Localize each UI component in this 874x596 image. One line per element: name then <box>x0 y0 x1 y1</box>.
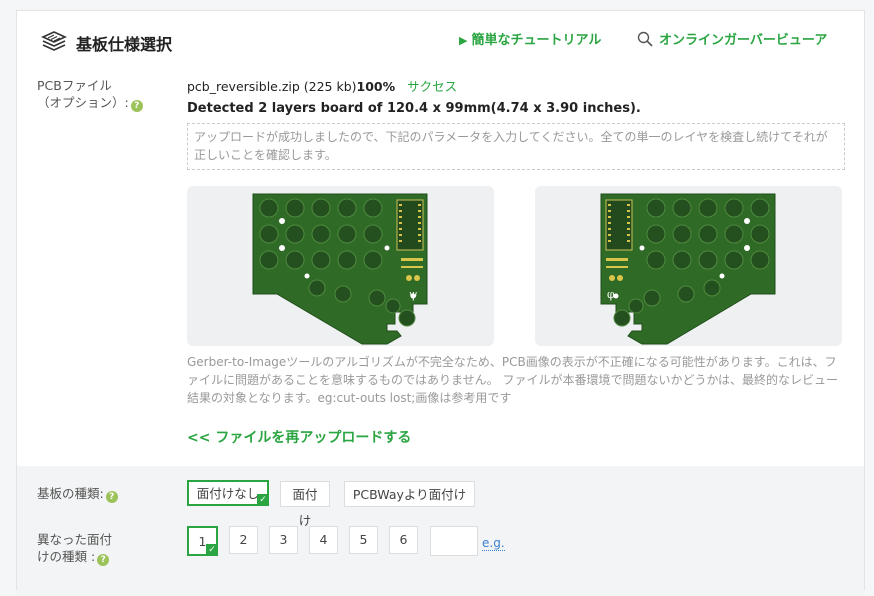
designs-option-3[interactable]: 3 <box>269 526 298 554</box>
pcb-top-image: ψ <box>252 193 428 345</box>
designs-option-4[interactable]: 4 <box>309 526 338 554</box>
tutorial-label: 簡単なチュートリアル <box>471 33 602 48</box>
viewer-label: オンラインガーバービューア <box>659 33 828 48</box>
svg-text:ψ: ψ <box>409 288 418 301</box>
play-icon: ▶ <box>459 34 468 47</box>
search-icon <box>637 31 653 47</box>
board-type-option-pcbway-panel[interactable]: PCBWayより面付け <box>344 481 475 507</box>
designs-label-line2: けの種類 : <box>37 549 96 564</box>
board-type-option-single[interactable]: 面付けなし <box>187 480 269 506</box>
designs-custom-input[interactable] <box>430 526 478 556</box>
reupload-link[interactable]: << ファイルを再アップロードする <box>187 427 411 447</box>
upload-percent: 100% <box>356 79 396 94</box>
svg-text:φ: φ <box>607 288 615 301</box>
gerber-viewer-link[interactable]: オンラインガーバービューア <box>637 29 827 48</box>
layers-icon <box>41 31 67 51</box>
detected-info: Detected 2 layers board of 120.4 x 99mm(… <box>187 101 641 116</box>
pcb-spec-panel: 基板仕様選択 ▶ 簡単なチュートリアル オンラインガーバービューア PCBファイル… <box>16 10 865 596</box>
pcb-file-label: PCBファイル （オプション）:? <box>37 77 143 112</box>
board-type-option-panel[interactable]: 面付け <box>280 481 330 528</box>
board-type-label-text: 基板の種類: <box>37 486 104 501</box>
upload-status: サクセス <box>407 79 458 94</box>
help-icon[interactable]: ? <box>105 491 118 503</box>
board-type-label: 基板の種類:? <box>37 485 118 503</box>
help-icon[interactable]: ? <box>97 554 110 566</box>
designs-example-link[interactable]: e.g. <box>482 536 505 551</box>
pcb-bottom-preview: φ <box>535 186 842 346</box>
image-disclaimer: Gerber-to-Imageツールのアルゴリズムが不完全なため、PCB画像の表… <box>187 355 838 405</box>
upload-notice: アップロードが成功しましたので、下記のパラメータを入力してください。全ての単一の… <box>187 123 845 170</box>
designs-option-2[interactable]: 2 <box>229 526 258 554</box>
tutorial-link[interactable]: ▶ 簡単なチュートリアル <box>459 29 601 48</box>
pcb-file-label-line1: PCBファイル <box>37 78 112 93</box>
page-title: 基板仕様選択 <box>76 35 173 54</box>
file-status: pcb_reversible.zip (225 kb)100% サクセス <box>187 76 457 95</box>
designs-option-1[interactable]: 1 <box>187 526 218 556</box>
help-icon[interactable]: ? <box>130 100 143 112</box>
pcb-bottom-image: φ <box>600 193 776 345</box>
designs-option-5[interactable]: 5 <box>349 526 378 554</box>
pcb-top-preview: ψ <box>187 186 494 346</box>
designs-label: 異なった面付 けの種類 :? <box>37 531 112 566</box>
designs-label-line1: 異なった面付 <box>37 532 113 547</box>
pcb-file-label-line2: （オプション）: <box>37 95 129 110</box>
file-name: pcb_reversible.zip (225 kb) <box>187 79 357 94</box>
designs-option-6[interactable]: 6 <box>389 526 418 554</box>
